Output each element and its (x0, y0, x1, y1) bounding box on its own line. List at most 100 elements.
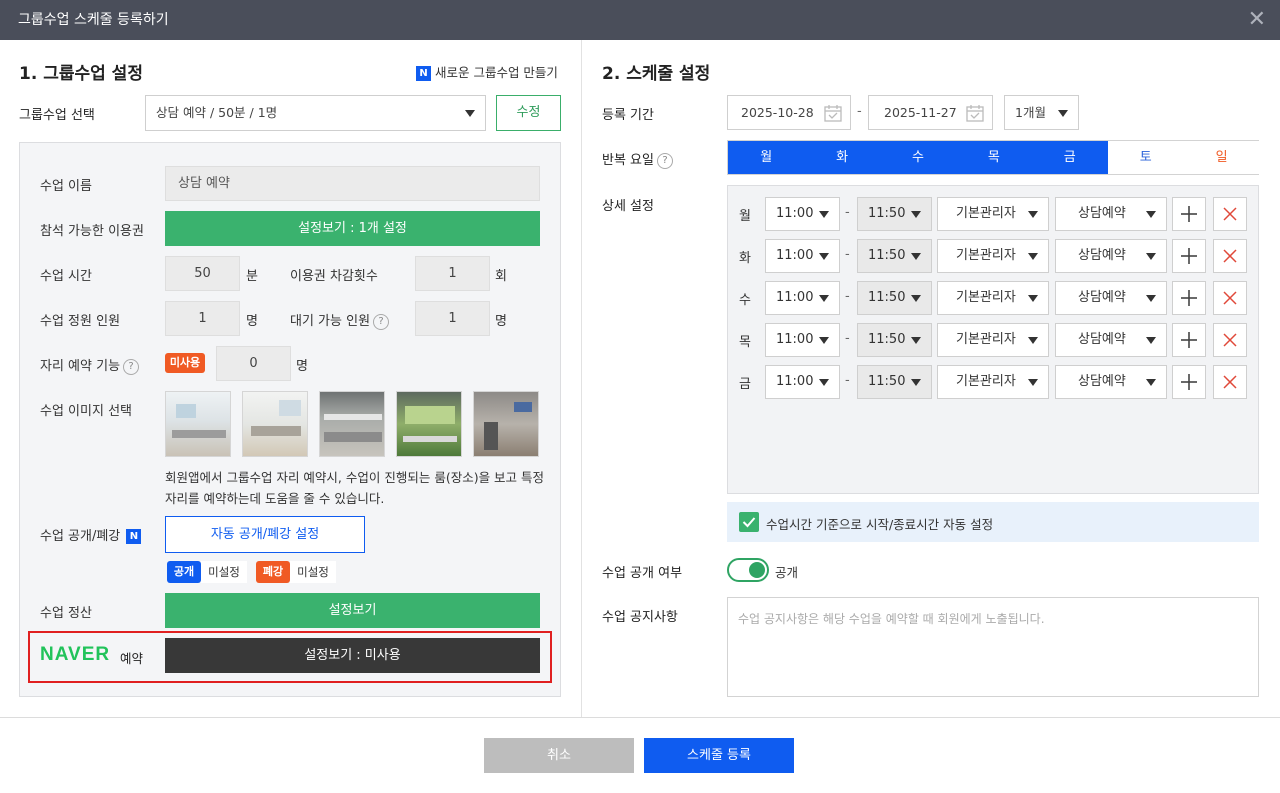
class-type-select[interactable]: 상담예약 (1055, 197, 1167, 231)
end-time-select[interactable]: 11:50 (857, 281, 932, 315)
help-icon[interactable]: ? (123, 358, 140, 375)
deduct-field[interactable]: 1 (415, 256, 490, 291)
manager-select[interactable]: 기본관리자 (937, 323, 1049, 357)
help-icon[interactable]: ? (373, 313, 390, 330)
time-separator: - (845, 289, 850, 304)
new-group-link[interactable]: N 새로운 그룹수업 만들기 (416, 62, 558, 81)
date-separator: - (857, 104, 862, 119)
start-time-select[interactable]: 11:00 (765, 365, 840, 399)
add-row-button[interactable] (1172, 365, 1206, 399)
manager-select[interactable]: 기본관리자 (937, 197, 1049, 231)
public-label: 수업 공개 여부 (602, 566, 683, 581)
chevron-down-icon (1146, 379, 1156, 386)
group-select-value: 상담 예약 / 50분 / 1명 (156, 105, 278, 120)
close-icon[interactable]: ✕ (1248, 0, 1266, 40)
room-image-thumbnail[interactable] (165, 391, 231, 457)
close-icon (1223, 333, 1237, 347)
settle-label: 수업 정산 (40, 606, 92, 621)
end-time-select[interactable]: 11:50 (857, 323, 932, 357)
submit-schedule-button[interactable]: 스케줄 등록 (644, 738, 794, 773)
manager-select[interactable]: 기본관리자 (937, 281, 1049, 315)
weekday-button[interactable]: 금 (1031, 141, 1108, 174)
chevron-down-icon (1028, 379, 1038, 386)
duration-field[interactable]: 50 (165, 256, 240, 291)
class-type-select-value: 상담예약 (1078, 206, 1126, 221)
start-date-value: 2025-10-28 (741, 105, 814, 120)
notice-textarea[interactable]: 수업 공지사항은 해당 수업을 예약할 때 회원에게 노출됩니다. (727, 597, 1259, 697)
public-toggle[interactable] (727, 558, 769, 582)
class-type-select[interactable]: 상담예약 (1055, 323, 1167, 357)
settle-settings-button[interactable]: 설정보기 (165, 593, 540, 628)
class-type-select[interactable]: 상담예약 (1055, 281, 1167, 315)
start-time-select[interactable]: 11:00 (765, 197, 840, 231)
start-date-input[interactable]: 2025-10-28 (727, 95, 851, 130)
weekday-button[interactable]: 수 (879, 141, 957, 174)
checkbox-checked-icon[interactable] (739, 512, 759, 532)
room-image-thumbnail[interactable] (473, 391, 539, 457)
manager-select[interactable]: 기본관리자 (937, 365, 1049, 399)
end-time-select[interactable]: 11:50 (857, 197, 932, 231)
auto-time-label: 수업시간 기준으로 시작/종료시간 자동 설정 (766, 517, 994, 532)
image-description: 회원앱에서 그룹수업 자리 예약시, 수업이 진행되는 룸(장소)을 보고 특정… (165, 470, 545, 506)
end-time-select[interactable]: 11:50 (857, 365, 932, 399)
group-settings-title: 1. 그룹수업 설정 (19, 64, 143, 84)
add-row-button[interactable] (1172, 197, 1206, 231)
start-time-select-value: 11:00 (776, 374, 814, 389)
start-time-select[interactable]: 11:00 (765, 323, 840, 357)
add-row-button[interactable] (1172, 323, 1206, 357)
weekday-button[interactable]: 일 (1183, 141, 1260, 174)
schedule-day-label-value: 수 (739, 293, 751, 308)
capacity-field[interactable]: 1 (165, 301, 240, 336)
deduct-label: 이용권 차감횟수 (290, 269, 378, 284)
time-separator-value: - (845, 289, 850, 304)
room-image-thumbnail[interactable] (396, 391, 462, 457)
plus-icon (1181, 206, 1197, 222)
delete-row-button[interactable] (1213, 197, 1247, 231)
add-row-button[interactable] (1172, 239, 1206, 273)
open-status: 미설정 (201, 561, 247, 583)
class-type-select[interactable]: 상담예약 (1055, 239, 1167, 273)
delete-row-button[interactable] (1213, 281, 1247, 315)
end-time-select[interactable]: 11:50 (857, 239, 932, 273)
weekday-button[interactable]: 목 (955, 141, 1033, 174)
edit-button[interactable]: 수정 (496, 95, 561, 131)
schedule-day-label: 월 (739, 205, 751, 224)
weekday-button[interactable]: 토 (1107, 141, 1184, 174)
class-type-select-value: 상담예약 (1078, 332, 1126, 347)
period-select[interactable]: 1개월 (1004, 95, 1079, 130)
room-image-thumbnail[interactable] (242, 391, 308, 457)
time-separator-value: - (845, 331, 850, 346)
group-select[interactable]: 상담 예약 / 50분 / 1명 (145, 95, 486, 131)
auto-open-close-button[interactable]: 자동 공개/폐강 설정 (165, 516, 365, 553)
room-image-thumbnail[interactable] (319, 391, 385, 457)
delete-row-button[interactable] (1213, 239, 1247, 273)
help-icon[interactable]: ? (656, 152, 673, 169)
weekday-button[interactable]: 월 (728, 141, 805, 174)
image-label: 수업 이미지 선택 (40, 404, 132, 419)
close-badge: 폐강 (256, 561, 290, 583)
dialog-title: 그룹수업 스케줄 등록하기 (18, 12, 169, 28)
chevron-down-icon (911, 295, 921, 302)
waitlist-field[interactable]: 1 (415, 301, 490, 336)
chevron-down-icon (1028, 253, 1038, 260)
ticket-settings-button[interactable]: 설정보기 : 1개 설정 (165, 211, 540, 246)
end-date-input[interactable]: 2025-11-27 (868, 95, 993, 130)
chevron-down-icon (1146, 253, 1156, 260)
delete-row-button[interactable] (1213, 323, 1247, 357)
cancel-button[interactable]: 취소 (484, 738, 634, 773)
seat-field[interactable]: 0 (216, 346, 291, 381)
start-time-select-value: 11:00 (776, 290, 814, 305)
class-type-select-value: 상담예약 (1078, 290, 1126, 305)
close-icon (1223, 207, 1237, 221)
manager-select[interactable]: 기본관리자 (937, 239, 1049, 273)
schedule-day-label-value: 목 (739, 335, 751, 350)
delete-row-button[interactable] (1213, 365, 1247, 399)
chevron-down-icon (1058, 109, 1068, 117)
schedule-day-label: 금 (739, 373, 751, 392)
add-row-button[interactable] (1172, 281, 1206, 315)
naver-settings-button[interactable]: 설정보기 : 미사용 (165, 638, 540, 673)
weekday-button[interactable]: 화 (803, 141, 881, 174)
start-time-select[interactable]: 11:00 (765, 281, 840, 315)
class-type-select[interactable]: 상담예약 (1055, 365, 1167, 399)
start-time-select[interactable]: 11:00 (765, 239, 840, 273)
